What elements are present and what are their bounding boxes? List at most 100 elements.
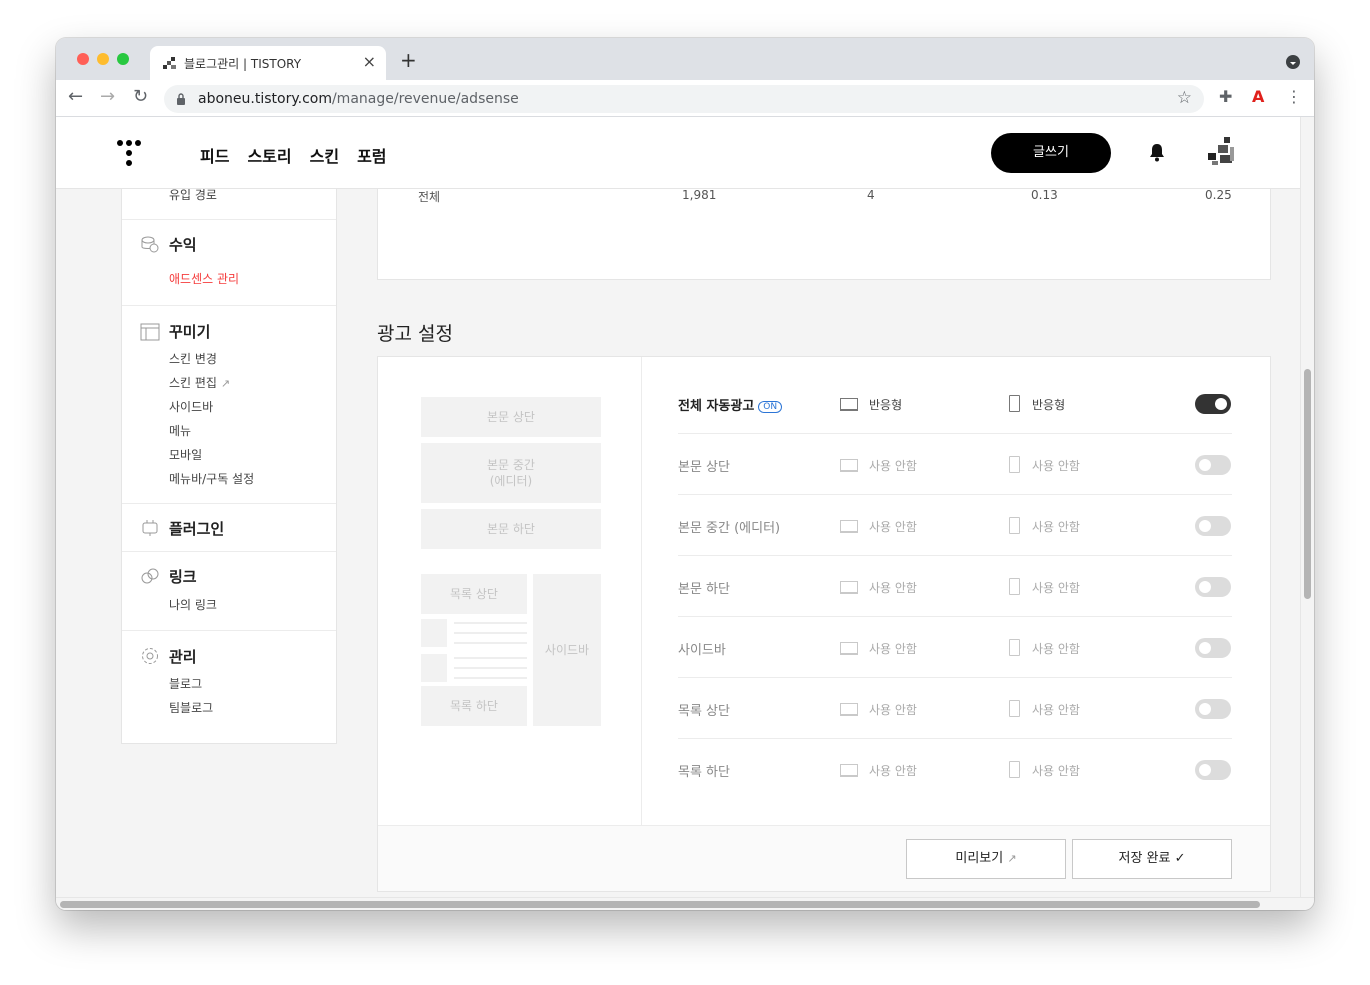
write-button[interactable]: 글쓰기 — [991, 133, 1111, 173]
address-bar[interactable]: aboneu.tistory.com/manage/revenue/adsens… — [164, 85, 1204, 113]
forward-arrow-icon[interactable]: → — [100, 86, 115, 107]
mobile-icon — [1009, 395, 1020, 412]
sidebar-title-plugin[interactable]: 플러그인 — [169, 518, 224, 539]
user-avatar[interactable] — [1204, 135, 1240, 171]
horizontal-scrollbar[interactable] — [56, 897, 1314, 910]
notification-bell-icon[interactable] — [1146, 141, 1168, 163]
preview-body-bottom: 본문 하단 — [421, 509, 601, 549]
pc-ad-type[interactable]: 사용 안함 — [869, 579, 917, 596]
pc-ad-type[interactable]: 사용 안함 — [869, 640, 917, 657]
check-icon: ✓ — [1174, 851, 1186, 866]
bookmark-star-icon[interactable]: ☆ — [1177, 88, 1192, 108]
pc-ad-type[interactable]: 반응형 — [869, 396, 902, 413]
sidebar-item-menu[interactable]: 메뉴 — [169, 422, 191, 439]
ad-toggle[interactable] — [1195, 638, 1231, 658]
pc-ad-type[interactable]: 사용 안함 — [869, 457, 917, 474]
sidebar-item-skin-edit[interactable]: 스킨 편집 ↗ — [169, 374, 230, 391]
preview-line — [454, 642, 527, 644]
tab-bar: 블로그관리 | TISTORY × + — [56, 38, 1314, 80]
sidebar-item-team-blog[interactable]: 팀블로그 — [169, 699, 213, 716]
toggle-knob — [1215, 398, 1227, 410]
mobile-icon — [1009, 456, 1020, 473]
mobile-icon — [1009, 700, 1020, 717]
sidebar-item-sidebar[interactable]: 사이드바 — [169, 398, 213, 415]
sidebar-item-adsense[interactable]: 애드센스 관리 — [169, 270, 239, 287]
ad-toggle[interactable] — [1195, 394, 1231, 414]
mobile-ad-type[interactable]: 사용 안함 — [1032, 579, 1080, 596]
ad-row-auto: 전체 자동광고 ON 반응형 반응형 — [678, 373, 1232, 434]
stats-total-value: 0.13 — [1031, 188, 1058, 202]
sidebar-group-revenue: 수익 애드센스 관리 — [122, 219, 336, 305]
nav-skin[interactable]: 스킨 — [310, 143, 339, 167]
preview-line — [454, 657, 527, 659]
ad-row-label-text: 전체 자동광고 — [678, 399, 755, 414]
ad-row-label: 사이드바 — [678, 643, 726, 658]
tistory-logo-icon[interactable] — [116, 139, 142, 167]
ad-toggle[interactable] — [1195, 699, 1231, 719]
stats-total-value: 4 — [867, 188, 875, 202]
sidebar-title-revenue[interactable]: 수익 — [169, 234, 197, 255]
ad-toggle[interactable] — [1195, 455, 1231, 475]
pc-ad-type[interactable]: 사용 안함 — [869, 518, 917, 535]
sidebar-title-decorate[interactable]: 꾸미기 — [169, 321, 210, 342]
preview-body-top: 본문 상단 — [421, 397, 601, 437]
sidebar-item-blog[interactable]: 블로그 — [169, 675, 202, 692]
nav-feed[interactable]: 피드 — [200, 143, 229, 167]
pc-ad-type[interactable]: 사용 안함 — [869, 762, 917, 779]
desktop-icon — [840, 581, 858, 594]
sidebar-item-mobile[interactable]: 모바일 — [169, 446, 202, 463]
mobile-ad-type[interactable]: 사용 안함 — [1032, 762, 1080, 779]
url-domain: aboneu.tistory.com — [198, 91, 332, 107]
manage-sidebar: 유입 경로 수익 애드센스 관리 꾸미기 스킨 변경 스킨 편집 ↗ 사이드바 … — [121, 177, 337, 744]
extensions-puzzle-icon[interactable]: ✚ — [1219, 87, 1232, 106]
minimize-window-button[interactable] — [97, 53, 109, 65]
tab-search-icon[interactable] — [1286, 55, 1300, 69]
nav-forum[interactable]: 포럼 — [357, 143, 386, 167]
horizontal-scroll-thumb[interactable] — [60, 901, 1260, 908]
browser-window: 블로그관리 | TISTORY × + ← → ↻ aboneu.tistory… — [56, 38, 1314, 910]
sidebar-item-skin-change[interactable]: 스킨 변경 — [169, 350, 217, 367]
ad-settings-panel: 본문 상단 본문 중간 (에디터) 본문 하단 목록 상단 목록 하단 사이드바 — [377, 356, 1271, 892]
url-path: /manage/revenue/adsense — [331, 91, 519, 107]
save-button[interactable]: 저장 완료 ✓ — [1072, 839, 1232, 879]
sidebar-item-menubar[interactable]: 메뉴바/구독 설정 — [169, 470, 254, 487]
browser-tab[interactable]: 블로그관리 | TISTORY × — [150, 46, 386, 80]
sidebar-title-link[interactable]: 링크 — [169, 566, 197, 587]
sidebar-group-manage: 관리 블로그 팀블로그 — [122, 630, 336, 745]
reload-icon[interactable]: ↻ — [133, 86, 148, 107]
ad-toggle[interactable] — [1195, 577, 1231, 597]
mobile-ad-type[interactable]: 사용 안함 — [1032, 701, 1080, 718]
toggle-knob — [1199, 642, 1211, 654]
sidebar-title-manage[interactable]: 관리 — [169, 646, 197, 667]
close-window-button[interactable] — [77, 53, 89, 65]
mobile-ad-type[interactable]: 반응형 — [1032, 396, 1065, 413]
browser-menu-icon[interactable]: ⋮ — [1286, 87, 1302, 106]
pc-ad-type[interactable]: 사용 안함 — [869, 701, 917, 718]
vertical-scrollbar[interactable] — [1300, 117, 1314, 897]
nav-story[interactable]: 스토리 — [247, 143, 291, 167]
coins-icon — [141, 236, 159, 253]
vertical-scroll-thumb[interactable] — [1304, 369, 1311, 599]
layout-icon — [140, 323, 160, 341]
ad-settings-title: 광고 설정 — [377, 323, 453, 345]
ad-row-label: 전체 자동광고 ON — [678, 395, 783, 414]
new-tab-button[interactable]: + — [400, 48, 417, 72]
ad-toggle[interactable] — [1195, 516, 1231, 536]
stats-table: 전체 1,981 4 0.13 0.25 — [377, 177, 1271, 280]
ad-row-body-top: 본문 상단 사용 안함 사용 안함 — [678, 434, 1232, 495]
mobile-ad-type[interactable]: 사용 안함 — [1032, 457, 1080, 474]
desktop-icon — [840, 459, 858, 472]
preview-button[interactable]: 미리보기 ↗ — [906, 839, 1066, 879]
mobile-ad-type[interactable]: 사용 안함 — [1032, 640, 1080, 657]
ad-row-label: 본문 중간 (에디터) — [678, 521, 781, 536]
acrobat-extension-icon[interactable]: A — [1252, 87, 1264, 106]
sidebar-item-my-link[interactable]: 나의 링크 — [169, 596, 217, 613]
tistory-favicon-icon — [163, 57, 176, 69]
tab-close-icon[interactable]: × — [363, 52, 376, 71]
zoom-window-button[interactable] — [117, 53, 129, 65]
mobile-ad-type[interactable]: 사용 안함 — [1032, 518, 1080, 535]
sidebar-group-plugin: 플러그인 — [122, 503, 336, 551]
ad-row-label: 목록 하단 — [678, 765, 730, 780]
back-arrow-icon[interactable]: ← — [68, 86, 83, 107]
ad-toggle[interactable] — [1195, 760, 1231, 780]
